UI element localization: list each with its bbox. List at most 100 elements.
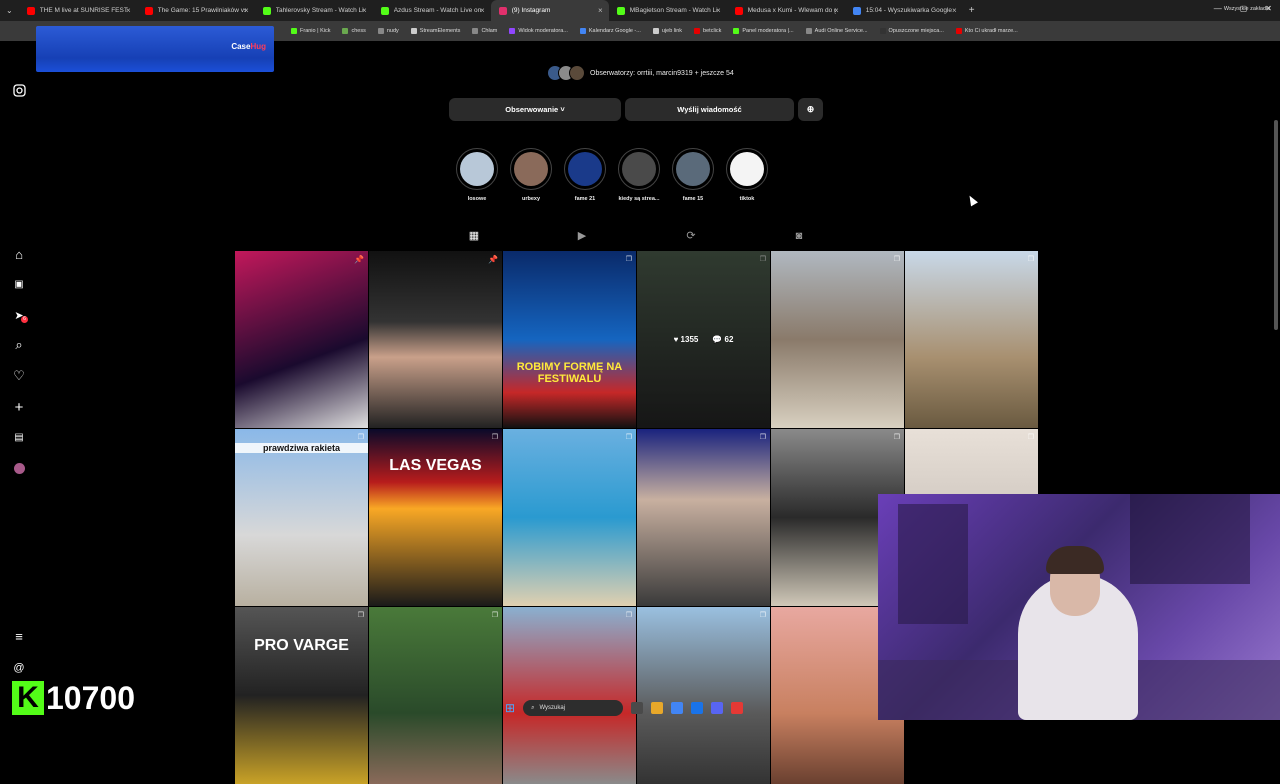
- tab-close-icon[interactable]: ×: [834, 6, 839, 15]
- post-hover-stats: ♥ 1355 💬 62: [637, 251, 770, 428]
- followers-text: Obserwatorzy: orrtiii, marcin9319 + jesz…: [590, 69, 734, 77]
- browser-tab[interactable]: Tahlerovsky Stream - Watch Live ×: [255, 0, 373, 21]
- messages-icon[interactable]: ➤ 6: [10, 306, 28, 324]
- story-highlight[interactable]: kiedy są strea...: [618, 148, 660, 202]
- suggest-users-button[interactable]: ⊕: [798, 98, 823, 121]
- tab-close-icon[interactable]: ×: [362, 6, 367, 15]
- bookmark-item[interactable]: betclick: [688, 28, 727, 34]
- tab-close-icon[interactable]: ×: [598, 6, 603, 15]
- story-highlight[interactable]: fame 21: [564, 148, 606, 202]
- multi-post-icon: ❐: [759, 434, 766, 441]
- bookmark-item[interactable]: Opuszczone miejsca...: [874, 28, 950, 34]
- post-thumbnail[interactable]: 📌: [235, 251, 368, 428]
- bookmark-item[interactable]: StreamElements: [405, 28, 467, 34]
- tab-menu-icon[interactable]: ⌄: [0, 6, 19, 15]
- dashboard-icon[interactable]: ▤: [10, 428, 28, 446]
- taskbar-app-icon[interactable]: [671, 702, 684, 714]
- bookmark-icon: [652, 28, 659, 34]
- bookmark-item[interactable]: Widok moderatora...: [503, 28, 574, 34]
- browser-tab[interactable]: The Game: 15 Prawilniaków vs ×: [137, 0, 255, 21]
- tab-close-icon[interactable]: ×: [480, 6, 485, 15]
- notifications-icon[interactable]: ♡: [10, 367, 28, 385]
- post-thumbnail[interactable]: ❐: [503, 429, 636, 606]
- bookmark-item[interactable]: nudy: [372, 28, 405, 34]
- browser-tab[interactable]: MBagietson Stream - Watch Li ×: [609, 0, 727, 21]
- bookmark-icon: [879, 28, 886, 34]
- taskbar-app-icon[interactable]: [631, 702, 644, 714]
- post-thumbnail[interactable]: ❐: [637, 429, 770, 606]
- bookmark-icon: [579, 28, 586, 34]
- send-message-button[interactable]: Wyślij wiadomość: [625, 98, 794, 121]
- minimize-icon[interactable]: —: [1214, 4, 1222, 13]
- page-scrollbar[interactable]: [1274, 120, 1278, 330]
- browser-tab[interactable]: THE M live at SUNRISE FESTIVAL×: [19, 0, 137, 21]
- taskbar-app-icon[interactable]: [731, 702, 744, 714]
- tab-close-icon[interactable]: ×: [244, 6, 249, 15]
- bookmark-item[interactable]: chess: [336, 28, 371, 34]
- story-highlight[interactable]: fame 15: [672, 148, 714, 202]
- taskbar-app-icon[interactable]: [651, 702, 664, 714]
- create-icon[interactable]: +: [10, 398, 28, 416]
- bookmark-item[interactable]: Franio | Kick: [285, 28, 336, 34]
- bookmark-item[interactable]: ujeb link: [647, 28, 688, 34]
- tab-posts-icon[interactable]: ▦: [467, 229, 481, 243]
- multi-post-icon: ❐: [491, 612, 498, 619]
- post-thumbnail[interactable]: ❐ PRO VARGE: [235, 607, 368, 784]
- tab-favicon-icon: [734, 6, 743, 15]
- menu-icon[interactable]: ≡: [10, 627, 28, 645]
- browser-tab[interactable]: Azdus Stream - Watch Live on ×: [373, 0, 491, 21]
- taskbar-app-icon[interactable]: [691, 702, 704, 714]
- browser-tab[interactable]: Medusa x Kumi - Wlewam do g ×: [727, 0, 845, 21]
- story-highlight[interactable]: urbexy: [510, 148, 552, 202]
- bookmark-label: Opuszczone miejsca...: [888, 28, 944, 34]
- windows-start-icon[interactable]: ⊞: [505, 701, 515, 715]
- multi-post-icon: ❐: [491, 434, 498, 441]
- post-thumbnail[interactable]: ❐: [503, 607, 636, 784]
- story-highlight[interactable]: tiktok: [726, 148, 768, 202]
- tab-close-icon[interactable]: ×: [126, 6, 131, 15]
- story-highlight[interactable]: losowe: [456, 148, 498, 202]
- bookmark-item[interactable]: Chłam: [466, 28, 503, 34]
- all-bookmarks[interactable]: Wszystkie zakładki: [1224, 6, 1270, 12]
- taskbar-app-icon[interactable]: [711, 702, 724, 714]
- post-thumbnail[interactable]: ❐: [369, 607, 502, 784]
- new-tab-button[interactable]: +: [963, 5, 981, 16]
- bookmark-item[interactable]: Kto Ci ukradł marze...: [950, 28, 1024, 34]
- profile-icon[interactable]: [10, 459, 28, 477]
- threads-icon[interactable]: @: [10, 659, 28, 677]
- stream-overlay-ad: CaseHug: [36, 26, 274, 72]
- bookmark-item[interactable]: Audi Online Service...: [800, 28, 874, 34]
- reels-icon[interactable]: ▣: [10, 275, 28, 293]
- post-thumbnail[interactable]: 📌: [369, 251, 502, 428]
- followers-preview[interactable]: Obserwatorzy: orrtiii, marcin9319 + jesz…: [547, 65, 734, 81]
- search-icon[interactable]: ⌕: [10, 336, 28, 354]
- bookmark-item[interactable]: Kalendarz Google -...: [574, 28, 647, 34]
- tab-title: The Game: 15 Prawilniaków vs: [157, 7, 246, 14]
- post-thumbnail[interactable]: ❐ LAS VEGAS: [369, 429, 502, 606]
- highlight-label: urbexy: [521, 196, 541, 202]
- post-thumbnail[interactable]: ❐: [637, 607, 770, 784]
- highlight-cover: [672, 148, 714, 190]
- tab-close-icon[interactable]: ×: [716, 6, 721, 15]
- bookmark-item[interactable]: Panel moderatora |...: [727, 28, 799, 34]
- post-thumbnail[interactable]: ❐: [905, 251, 1038, 428]
- browser-tab[interactable]: 15:04 - Wyszukiwarka Google ×: [845, 0, 963, 21]
- taskbar-search-input[interactable]: ⌕ Wyszukaj: [523, 700, 624, 716]
- browser-tab[interactable]: (9) Instagram ×: [490, 0, 609, 21]
- bookmark-label: chess: [351, 28, 366, 34]
- highlight-cover: [510, 148, 552, 190]
- tab-reposts-icon[interactable]: ⟳: [684, 229, 698, 243]
- post-thumbnail[interactable]: ❐ ROBIMY FORMĘ NA FESTIWALU: [503, 251, 636, 428]
- following-button[interactable]: Obserwowanie ˅: [449, 98, 621, 121]
- tab-reels-icon[interactable]: ▶: [575, 229, 589, 243]
- tab-tagged-icon[interactable]: ◙: [792, 229, 806, 243]
- tab-close-icon[interactable]: ×: [952, 6, 957, 15]
- post-thumbnail[interactable]: ❐: [771, 251, 904, 428]
- instagram-icon[interactable]: [10, 81, 28, 99]
- tab-title: Azdus Stream - Watch Live on: [393, 7, 482, 14]
- home-icon[interactable]: ⌂: [10, 245, 28, 263]
- highlight-label: fame 15: [682, 196, 704, 202]
- post-thumbnail[interactable]: ❐ ♥ 1355 💬 62: [637, 251, 770, 428]
- post-thumbnail[interactable]: ❐ prawdziwa rakieta: [235, 429, 368, 606]
- multi-post-icon: ❐: [893, 434, 900, 441]
